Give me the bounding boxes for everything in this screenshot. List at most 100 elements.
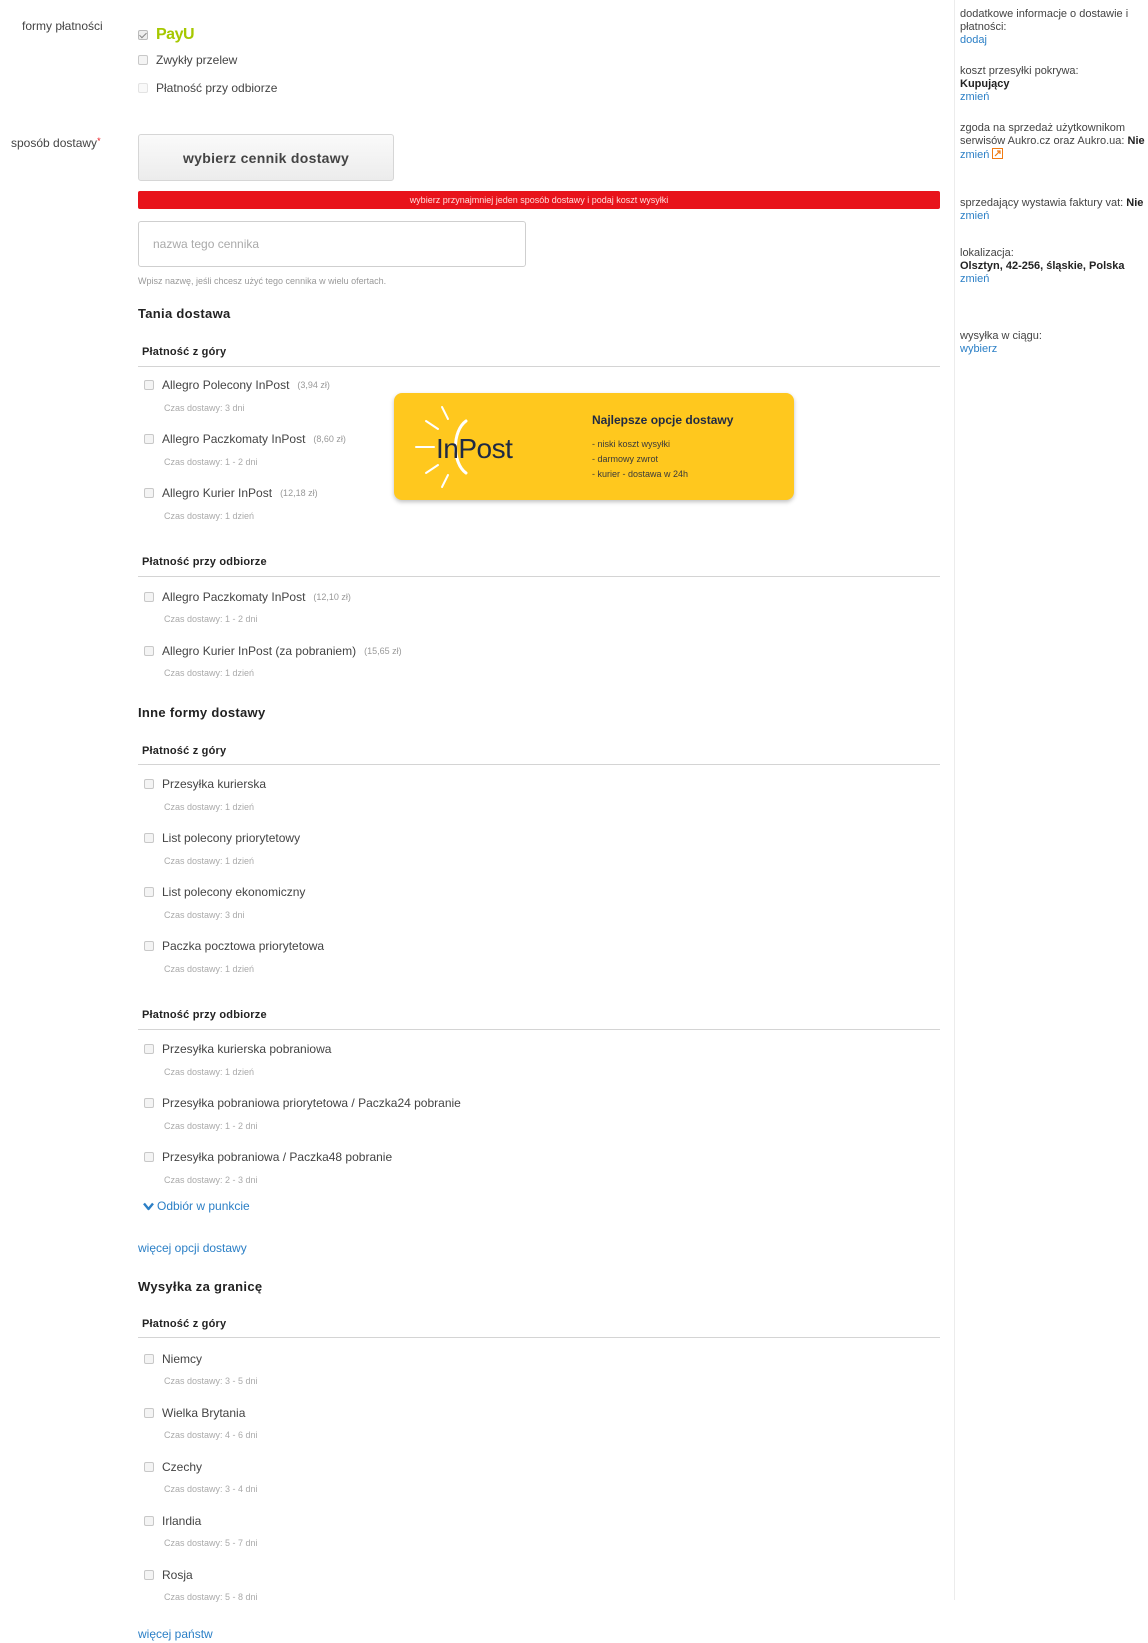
sidebar-location-change-link[interactable]: zmień [960, 273, 989, 285]
checkbox[interactable] [144, 887, 154, 897]
option-price: (15,65 zł) [364, 646, 402, 656]
banner-title: Najlepsze opcje dostawy [592, 413, 734, 427]
subsection-title-prepaid: Płatność z góry [142, 346, 227, 358]
sidebar-ship-text: wysyłka w ciągu: [960, 330, 1042, 342]
checkbox[interactable] [144, 941, 154, 951]
country-option[interactable]: Wielka Brytania [144, 1406, 245, 1420]
payment-option-payu[interactable]: PayU [138, 26, 195, 44]
choose-price-list-button[interactable]: wybierz cennik dostawy [138, 134, 394, 181]
delivery-option[interactable]: Paczka pocztowa priorytetowa [144, 939, 324, 953]
country-name: Czechy [162, 1460, 203, 1474]
delivery-time: Czas dostawy: 1 dzień [164, 802, 255, 812]
checkbox[interactable] [144, 592, 154, 602]
option-name: Przesyłka kurierska pobraniowa [162, 1042, 332, 1056]
sidebar-vat-block: sprzedający wystawia faktury vat: Nie zm… [960, 197, 1148, 223]
sidebar-vat-text: sprzedający wystawia faktury vat: [960, 197, 1124, 209]
sidebar-location-value: Olsztyn, 42-256, śląskie, Polska [960, 260, 1125, 272]
option-price: (3,94 zł) [297, 380, 330, 390]
checkbox[interactable] [144, 646, 154, 656]
delivery-time: Czas dostawy: 1 dzień [164, 964, 255, 974]
checkbox-cod[interactable] [138, 83, 148, 93]
more-delivery-options-link[interactable]: więcej opcji dostawy [138, 1241, 247, 1255]
option-name: List polecony ekonomiczny [162, 885, 306, 899]
sidebar-cost-text: koszt przesyłki pokrywa: [960, 65, 1079, 77]
price-list-name-input[interactable] [138, 221, 526, 267]
checkbox[interactable] [144, 1516, 154, 1526]
delivery-time: Czas dostawy: 2 - 3 dni [164, 1175, 258, 1185]
delivery-time: Czas dostawy: 3 dni [164, 910, 245, 920]
sidebar-location-text: lokalizacja: [960, 247, 1014, 259]
delivery-time: Czas dostawy: 1 dzień [164, 1067, 255, 1077]
sidebar-location-block: lokalizacja: Olsztyn, 42-256, śląskie, P… [960, 247, 1148, 286]
inpost-banner[interactable]: InPost Najlepsze opcje dostawy - niski k… [394, 393, 794, 500]
delivery-option[interactable]: Allegro Polecony InPost (3,94 zł) [144, 378, 330, 392]
delivery-option[interactable]: Przesyłka kurierska pobraniowa [144, 1042, 331, 1056]
sidebar-ship-choose-link[interactable]: wybierz [960, 343, 997, 355]
delivery-option[interactable]: Przesyłka pobraniowa / Paczka48 pobranie [144, 1150, 392, 1164]
option-price: (8,60 zł) [313, 434, 346, 444]
delivery-option[interactable]: List polecony ekonomiczny [144, 885, 305, 899]
checkbox[interactable] [144, 1570, 154, 1580]
option-price: (12,10 zł) [313, 592, 351, 602]
delivery-time: Czas dostawy: 3 - 5 dni [164, 1376, 258, 1386]
checkbox[interactable] [144, 779, 154, 789]
sidebar-vat-change-link[interactable]: zmień [960, 210, 989, 222]
section-title-abroad: Wysyłka za granicę [138, 1279, 263, 1294]
country-option[interactable]: Irlandia [144, 1514, 201, 1528]
delivery-method-label: sposób dostawy* [11, 136, 101, 150]
delivery-method-label-text: sposób dostawy [11, 136, 98, 150]
checkbox[interactable] [144, 488, 154, 498]
country-option[interactable]: Niemcy [144, 1352, 202, 1366]
delivery-time: Czas dostawy: 5 - 8 dni [164, 1592, 258, 1602]
pickup-point-link[interactable]: Odbiór w punkcie [157, 1199, 250, 1213]
delivery-time: Czas dostawy: 1 dzień [164, 856, 255, 866]
option-name: Paczka pocztowa priorytetowa [162, 939, 325, 953]
delivery-option[interactable]: Allegro Kurier InPost (12,18 zł) [144, 486, 318, 500]
checkbox[interactable] [144, 1462, 154, 1472]
country-option[interactable]: Rosja [144, 1568, 193, 1582]
delivery-option[interactable]: List polecony priorytetowy [144, 831, 300, 845]
subsection-title-prepaid: Płatność z góry [142, 745, 227, 757]
country-name: Niemcy [162, 1352, 203, 1366]
sidebar-cost-change-link[interactable]: zmień [960, 91, 989, 103]
checkbox[interactable] [144, 833, 154, 843]
required-mark: * [97, 136, 101, 146]
payment-option-transfer[interactable]: Zwykły przelew [138, 53, 237, 67]
delivery-option[interactable]: Allegro Paczkomaty InPost (12,10 zł) [144, 590, 351, 604]
option-name: Przesyłka pobraniowa / Paczka48 pobranie [162, 1150, 393, 1164]
sidebar-cost-value: Kupujący [960, 78, 1010, 90]
delivery-option[interactable]: Przesyłka kurierska [144, 777, 266, 791]
option-name: Przesyłka kurierska [162, 777, 267, 791]
checkbox[interactable] [144, 1098, 154, 1108]
subsection-title-cod: Płatność przy odbiorze [142, 1009, 267, 1021]
delivery-option[interactable]: Przesyłka pobraniowa priorytetowa / Pacz… [144, 1096, 461, 1110]
sidebar-divider [954, 0, 955, 1600]
option-name: Allegro Kurier InPost [162, 486, 273, 500]
payment-option-cod[interactable]: Płatność przy odbiorze [138, 81, 277, 95]
country-name: Wielka Brytania [162, 1406, 246, 1420]
delivery-time: Czas dostawy: 5 - 7 dni [164, 1538, 258, 1548]
checkbox[interactable] [144, 434, 154, 444]
checkbox[interactable] [144, 1044, 154, 1054]
section-title-other: Inne formy dostawy [138, 705, 266, 720]
checkbox[interactable] [144, 1354, 154, 1364]
section-title-cheap: Tania dostawa [138, 306, 231, 321]
checkbox-payu[interactable] [138, 30, 148, 40]
sidebar-consent-change-link[interactable]: zmień [960, 149, 989, 161]
option-price: (12,18 zł) [280, 488, 318, 498]
payment-option-label: Zwykły przelew [156, 53, 238, 67]
country-option[interactable]: Czechy [144, 1460, 202, 1474]
sidebar-info-add-link[interactable]: dodaj [960, 34, 987, 46]
checkbox[interactable] [144, 1152, 154, 1162]
delivery-time: Czas dostawy: 1 dzień [164, 511, 255, 521]
pickup-point-toggle[interactable]: Odbiór w punkcie [143, 1199, 250, 1213]
checkbox-transfer[interactable] [138, 55, 148, 65]
delivery-option[interactable]: Allegro Kurier InPost (za pobraniem) (15… [144, 644, 402, 658]
new-window-icon[interactable] [992, 148, 1004, 159]
option-name: Allegro Polecony InPost [162, 378, 290, 392]
delivery-time: Czas dostawy: 1 dzień [164, 668, 255, 678]
checkbox[interactable] [144, 1408, 154, 1418]
delivery-option[interactable]: Allegro Paczkomaty InPost (8,60 zł) [144, 432, 346, 446]
checkbox[interactable] [144, 380, 154, 390]
more-countries-link[interactable]: więcej państw [138, 1627, 213, 1641]
